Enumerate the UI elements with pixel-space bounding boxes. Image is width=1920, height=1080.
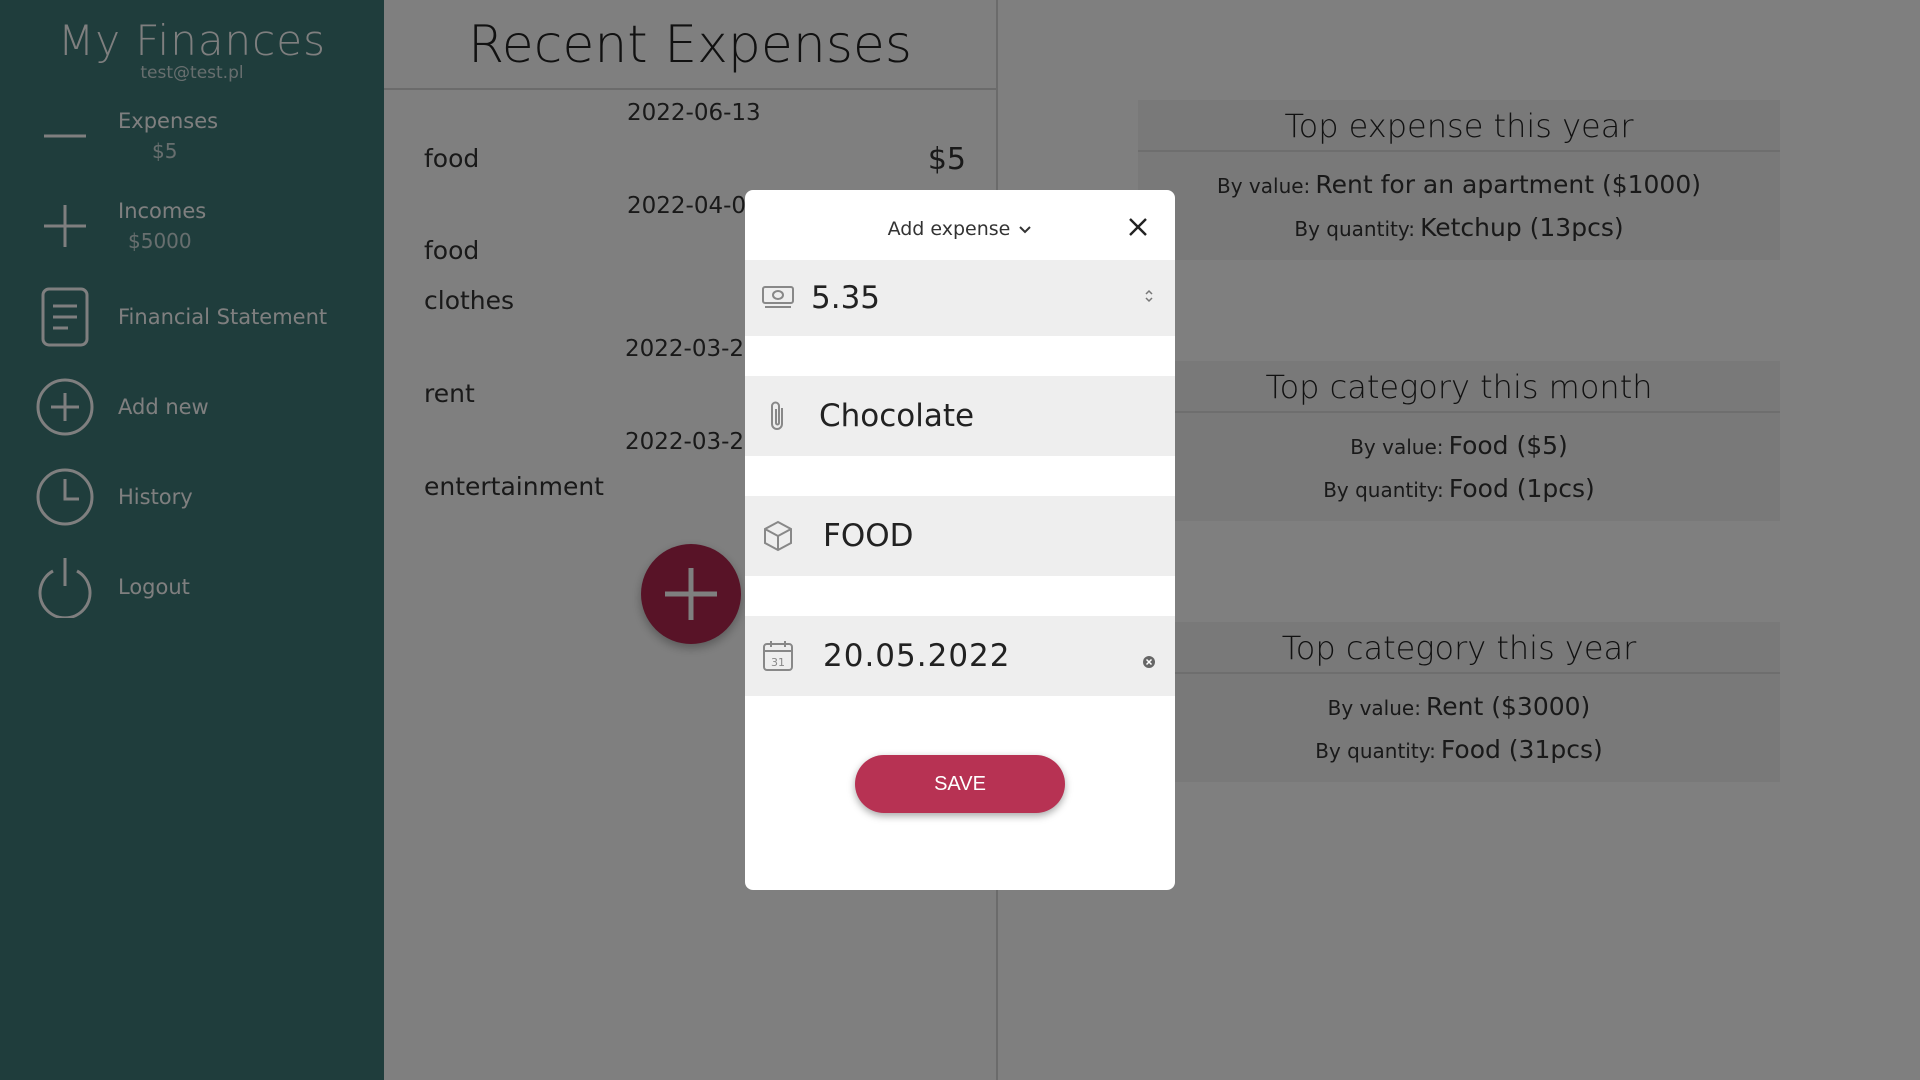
date-input[interactable]: 20.05.2022 [823, 638, 1011, 674]
money-icon [745, 285, 811, 311]
name-input[interactable]: Chocolate [819, 398, 974, 434]
calendar-icon: 31 [745, 639, 811, 673]
amount-field[interactable]: 5.35 [745, 260, 1175, 336]
category-input[interactable]: FOOD [823, 518, 914, 554]
calendar-day: 31 [771, 656, 785, 669]
box-icon [745, 519, 811, 553]
save-button[interactable]: SAVE [855, 755, 1065, 813]
category-field[interactable]: FOOD [745, 496, 1175, 576]
date-field[interactable]: 31 20.05.2022 [745, 616, 1175, 696]
clear-date-icon[interactable] [1143, 653, 1155, 672]
add-expense-modal: Add expense 5.35 Chocolate FOOD 31 20.05… [745, 190, 1175, 890]
amount-input[interactable]: 5.35 [811, 280, 880, 316]
stepper-icon[interactable] [1143, 287, 1155, 309]
modal-type-dropdown[interactable]: Add expense [745, 218, 1175, 240]
paperclip-icon [745, 399, 811, 433]
chevron-down-icon [1019, 226, 1032, 234]
modal-title-label: Add expense [887, 218, 1011, 240]
close-icon[interactable] [1127, 216, 1149, 238]
name-field[interactable]: Chocolate [745, 376, 1175, 456]
